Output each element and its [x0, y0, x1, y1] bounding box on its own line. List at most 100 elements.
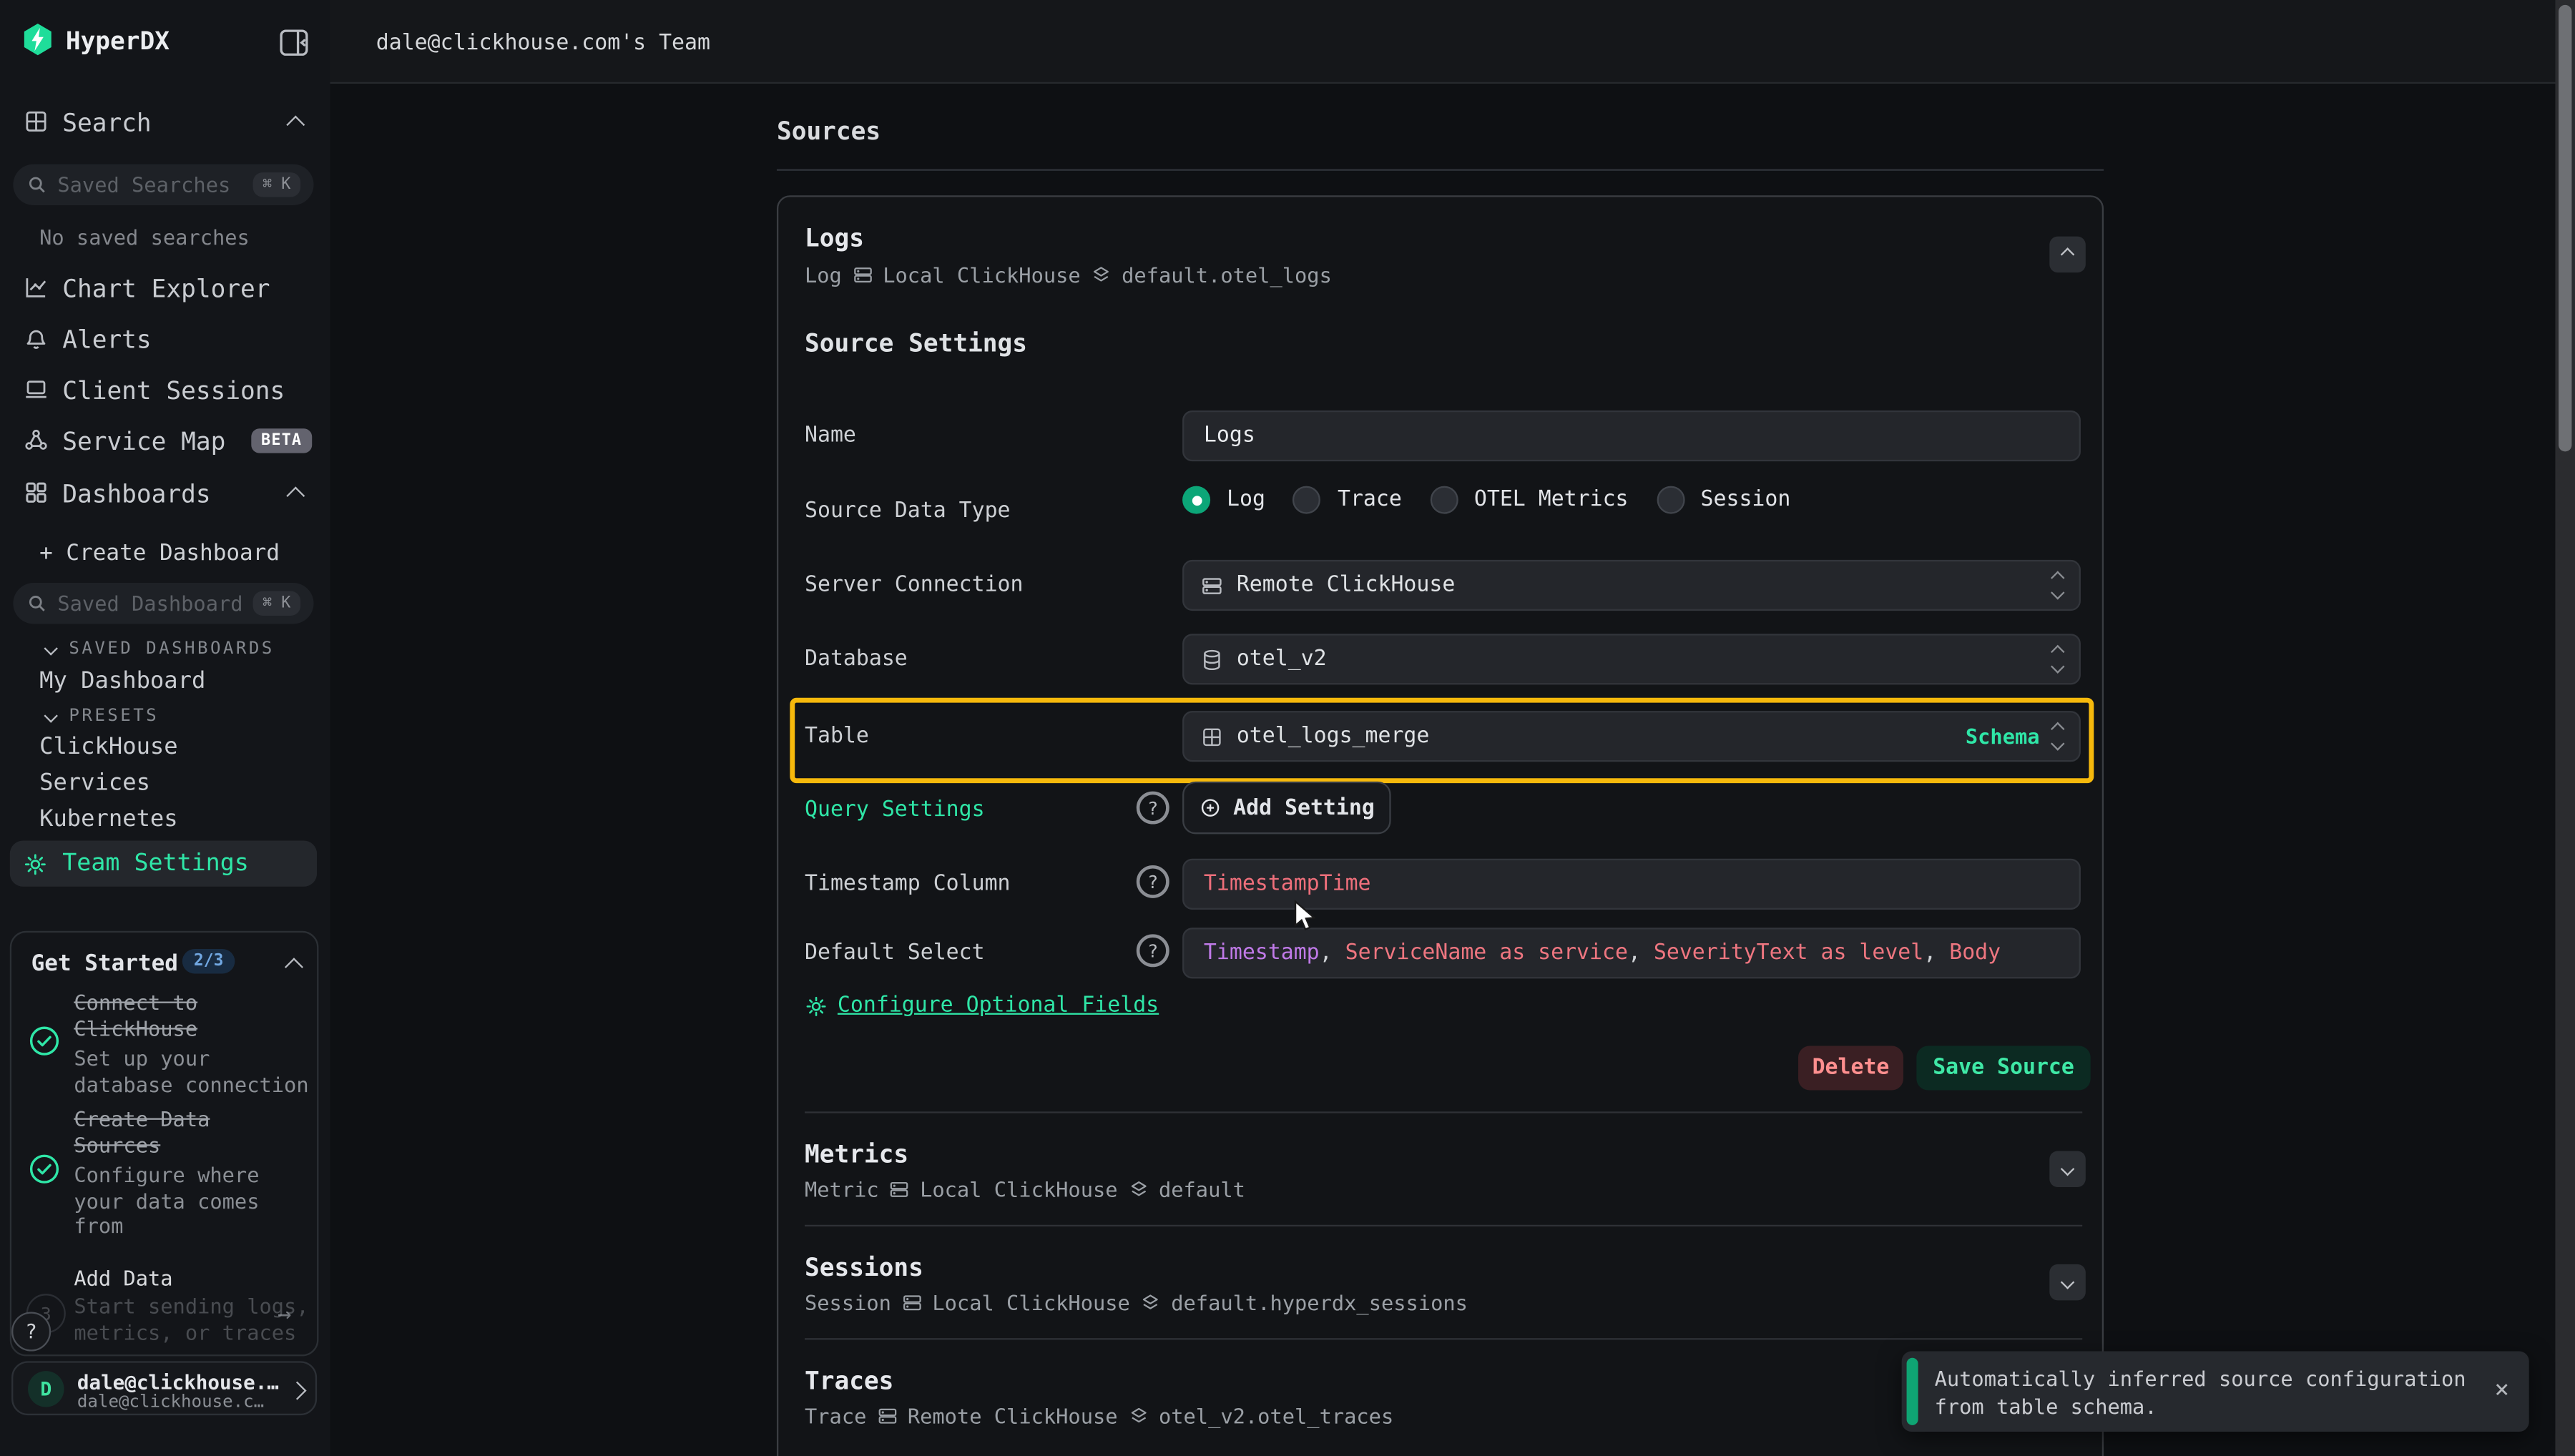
help-circle-icon[interactable]: ?	[1137, 934, 1169, 967]
sidebar-item-clickhouse[interactable]: ClickHouse	[39, 734, 178, 760]
collapse-sidebar-button[interactable]	[278, 26, 310, 59]
saved-dashboards-input[interactable]: Saved Dashboards ⌘ K	[13, 583, 313, 624]
alerts-bell-icon	[23, 325, 49, 352]
query-settings-label: Query Settings	[805, 798, 985, 822]
chevron-down-icon[interactable]	[44, 709, 57, 722]
radio-otel-metrics[interactable]	[1430, 486, 1458, 514]
save-source-button[interactable]: Save Source	[1916, 1046, 2090, 1091]
search-section-icon	[23, 109, 49, 135]
select-carets-icon	[2053, 724, 2063, 749]
sidebar-item-team-settings[interactable]: Team Settings	[10, 841, 317, 887]
team-title: dale@clickhouse.com's Team	[376, 31, 710, 56]
saved-dashboards-header[interactable]: SAVED DASHBOARDS	[69, 639, 274, 659]
name-input[interactable]: Logs	[1182, 410, 2081, 461]
server-icon	[852, 265, 873, 286]
layers-icon	[1127, 1405, 1149, 1427]
radio-log[interactable]	[1182, 486, 1210, 514]
sidebar-item-kubernetes[interactable]: Kubernetes	[39, 806, 178, 832]
default-select-input[interactable]: Timestamp, ServiceName as service, Sever…	[1182, 928, 2081, 978]
timestamp-column-input[interactable]: TimestampTime	[1182, 859, 2081, 910]
source-kind: Metric	[805, 1177, 879, 1201]
radio-otel-metrics-label[interactable]: OTEL Metrics	[1474, 488, 1629, 512]
app-root: HyperDX Search Saved Searches ⌘ K No sav…	[0, 0, 2575, 1456]
get-started-title: Get Started	[31, 950, 178, 977]
radio-log-label[interactable]: Log	[1227, 488, 1265, 512]
close-icon[interactable]: ×	[2494, 1374, 2509, 1404]
help-circle-icon[interactable]: ?	[1137, 792, 1169, 825]
chevron-down-icon[interactable]	[44, 641, 57, 655]
chevron-up-icon[interactable]	[286, 116, 305, 134]
schema-button[interactable]: Schema	[1966, 724, 2040, 749]
table-path: default.hyperdx_sessions	[1171, 1291, 1468, 1315]
help-circle-icon[interactable]: ?	[1137, 865, 1169, 898]
source-kind: Log	[805, 262, 842, 287]
database-select[interactable]: otel_v2	[1182, 634, 2081, 684]
database-label: Database	[805, 647, 908, 672]
logs-section-title: Logs	[805, 225, 864, 252]
shortcut-badge: ⌘ K	[252, 591, 300, 616]
sidebar-item-alerts[interactable]: Alerts	[62, 325, 151, 355]
delete-button[interactable]: Delete	[1798, 1046, 1903, 1091]
server-icon	[876, 1405, 898, 1427]
radio-session-label[interactable]: Session	[1701, 488, 1791, 512]
server-connection-label: Server Connection	[805, 573, 1024, 597]
user-name: dale@clickhouse.…	[77, 1371, 279, 1394]
sessions-summary: Session Local ClickHouse default.hyperdx…	[805, 1291, 1468, 1315]
source-data-type-label: Source Data Type	[805, 499, 1011, 523]
saved-searches-placeholder: Saved Searches	[57, 172, 242, 197]
saved-searches-input[interactable]: Saved Searches ⌘ K	[13, 164, 313, 205]
sidebar-item-my-dashboard[interactable]: My Dashboard	[39, 668, 205, 694]
configure-optional-fields-link[interactable]: Configure Optional Fields	[838, 993, 1159, 1018]
divider	[805, 1111, 2082, 1113]
radio-trace[interactable]	[1293, 486, 1321, 514]
sidebar-item-search[interactable]: Search	[62, 109, 151, 138]
logs-summary: Log Local ClickHouse default.otel_logs	[805, 262, 1332, 287]
chevron-up-icon[interactable]	[285, 958, 303, 976]
toast-line: from table schema.	[1935, 1392, 2466, 1420]
server-connection-select[interactable]: Remote ClickHouse	[1182, 560, 2081, 611]
help-button[interactable]: ?	[11, 1312, 51, 1351]
sessions-section-title: Sessions	[805, 1254, 923, 1281]
server-icon	[901, 1292, 923, 1314]
get-started-step-desc: Configure where your data comes from	[74, 1163, 317, 1239]
toast-notification: Automatically inferred source configurat…	[1902, 1352, 2529, 1432]
get-started-step-title[interactable]: Connect to ClickHouse	[74, 990, 287, 1042]
add-setting-label: Add Setting	[1233, 795, 1375, 820]
radio-session[interactable]	[1657, 486, 1684, 514]
sidebar-item-dashboards[interactable]: Dashboards	[62, 479, 210, 508]
mouse-cursor	[1291, 900, 1315, 934]
create-dashboard-button[interactable]: + Create Dashboard	[39, 540, 280, 566]
traces-summary: Trace Remote ClickHouse otel_v2.otel_tra…	[805, 1404, 1393, 1428]
hyperdx-logo-icon	[20, 21, 57, 58]
get-started-step-title[interactable]: Create Data Sources	[74, 1106, 287, 1159]
no-saved-searches-text: No saved searches	[39, 225, 250, 250]
layers-icon	[1127, 1179, 1149, 1200]
table-select[interactable]: otel_logs_merge Schema	[1182, 711, 2081, 762]
expand-sessions-button[interactable]	[2049, 1264, 2086, 1301]
user-email: dale@clickhouse.c…	[77, 1392, 264, 1412]
default-select-value: Timestamp, ServiceName as service, Sever…	[1204, 941, 2001, 965]
sidebar-item-service-map[interactable]: Service Map	[62, 427, 225, 456]
sidebar-item-chart-explorer[interactable]: Chart Explorer	[62, 274, 270, 303]
toast-accent-bar	[1907, 1358, 1918, 1425]
add-setting-button[interactable]: Add Setting	[1182, 782, 1391, 834]
magnifier-icon	[26, 174, 48, 195]
user-menu[interactable]: D dale@clickhouse.… dale@clickhouse.c…	[11, 1361, 317, 1415]
radio-trace-label[interactable]: Trace	[1338, 488, 1402, 512]
presets-header[interactable]: PRESETS	[69, 706, 159, 726]
expand-metrics-button[interactable]	[2049, 1151, 2086, 1187]
gear-icon	[805, 995, 828, 1018]
source-data-type-radio-group: Log Trace OTEL Metrics Session	[1182, 486, 1790, 514]
main-content: Sources Logs Log Local ClickHouse defaul…	[330, 84, 2575, 1456]
scrollbar-thumb[interactable]	[2559, 5, 2571, 451]
chevron-up-icon[interactable]	[286, 486, 305, 505]
divider	[805, 1338, 2082, 1339]
magnifier-icon	[26, 593, 48, 614]
table-path: default.otel_logs	[1122, 262, 1332, 287]
get-started-step-title[interactable]: Add Data	[74, 1266, 287, 1292]
sidebar-item-services[interactable]: Services	[39, 770, 150, 797]
collapse-logs-button[interactable]	[2049, 237, 2086, 273]
sidebar-item-client-sessions[interactable]: Client Sessions	[62, 376, 285, 405]
scrollbar[interactable]	[2555, 0, 2575, 1456]
table-icon	[1200, 725, 1223, 748]
